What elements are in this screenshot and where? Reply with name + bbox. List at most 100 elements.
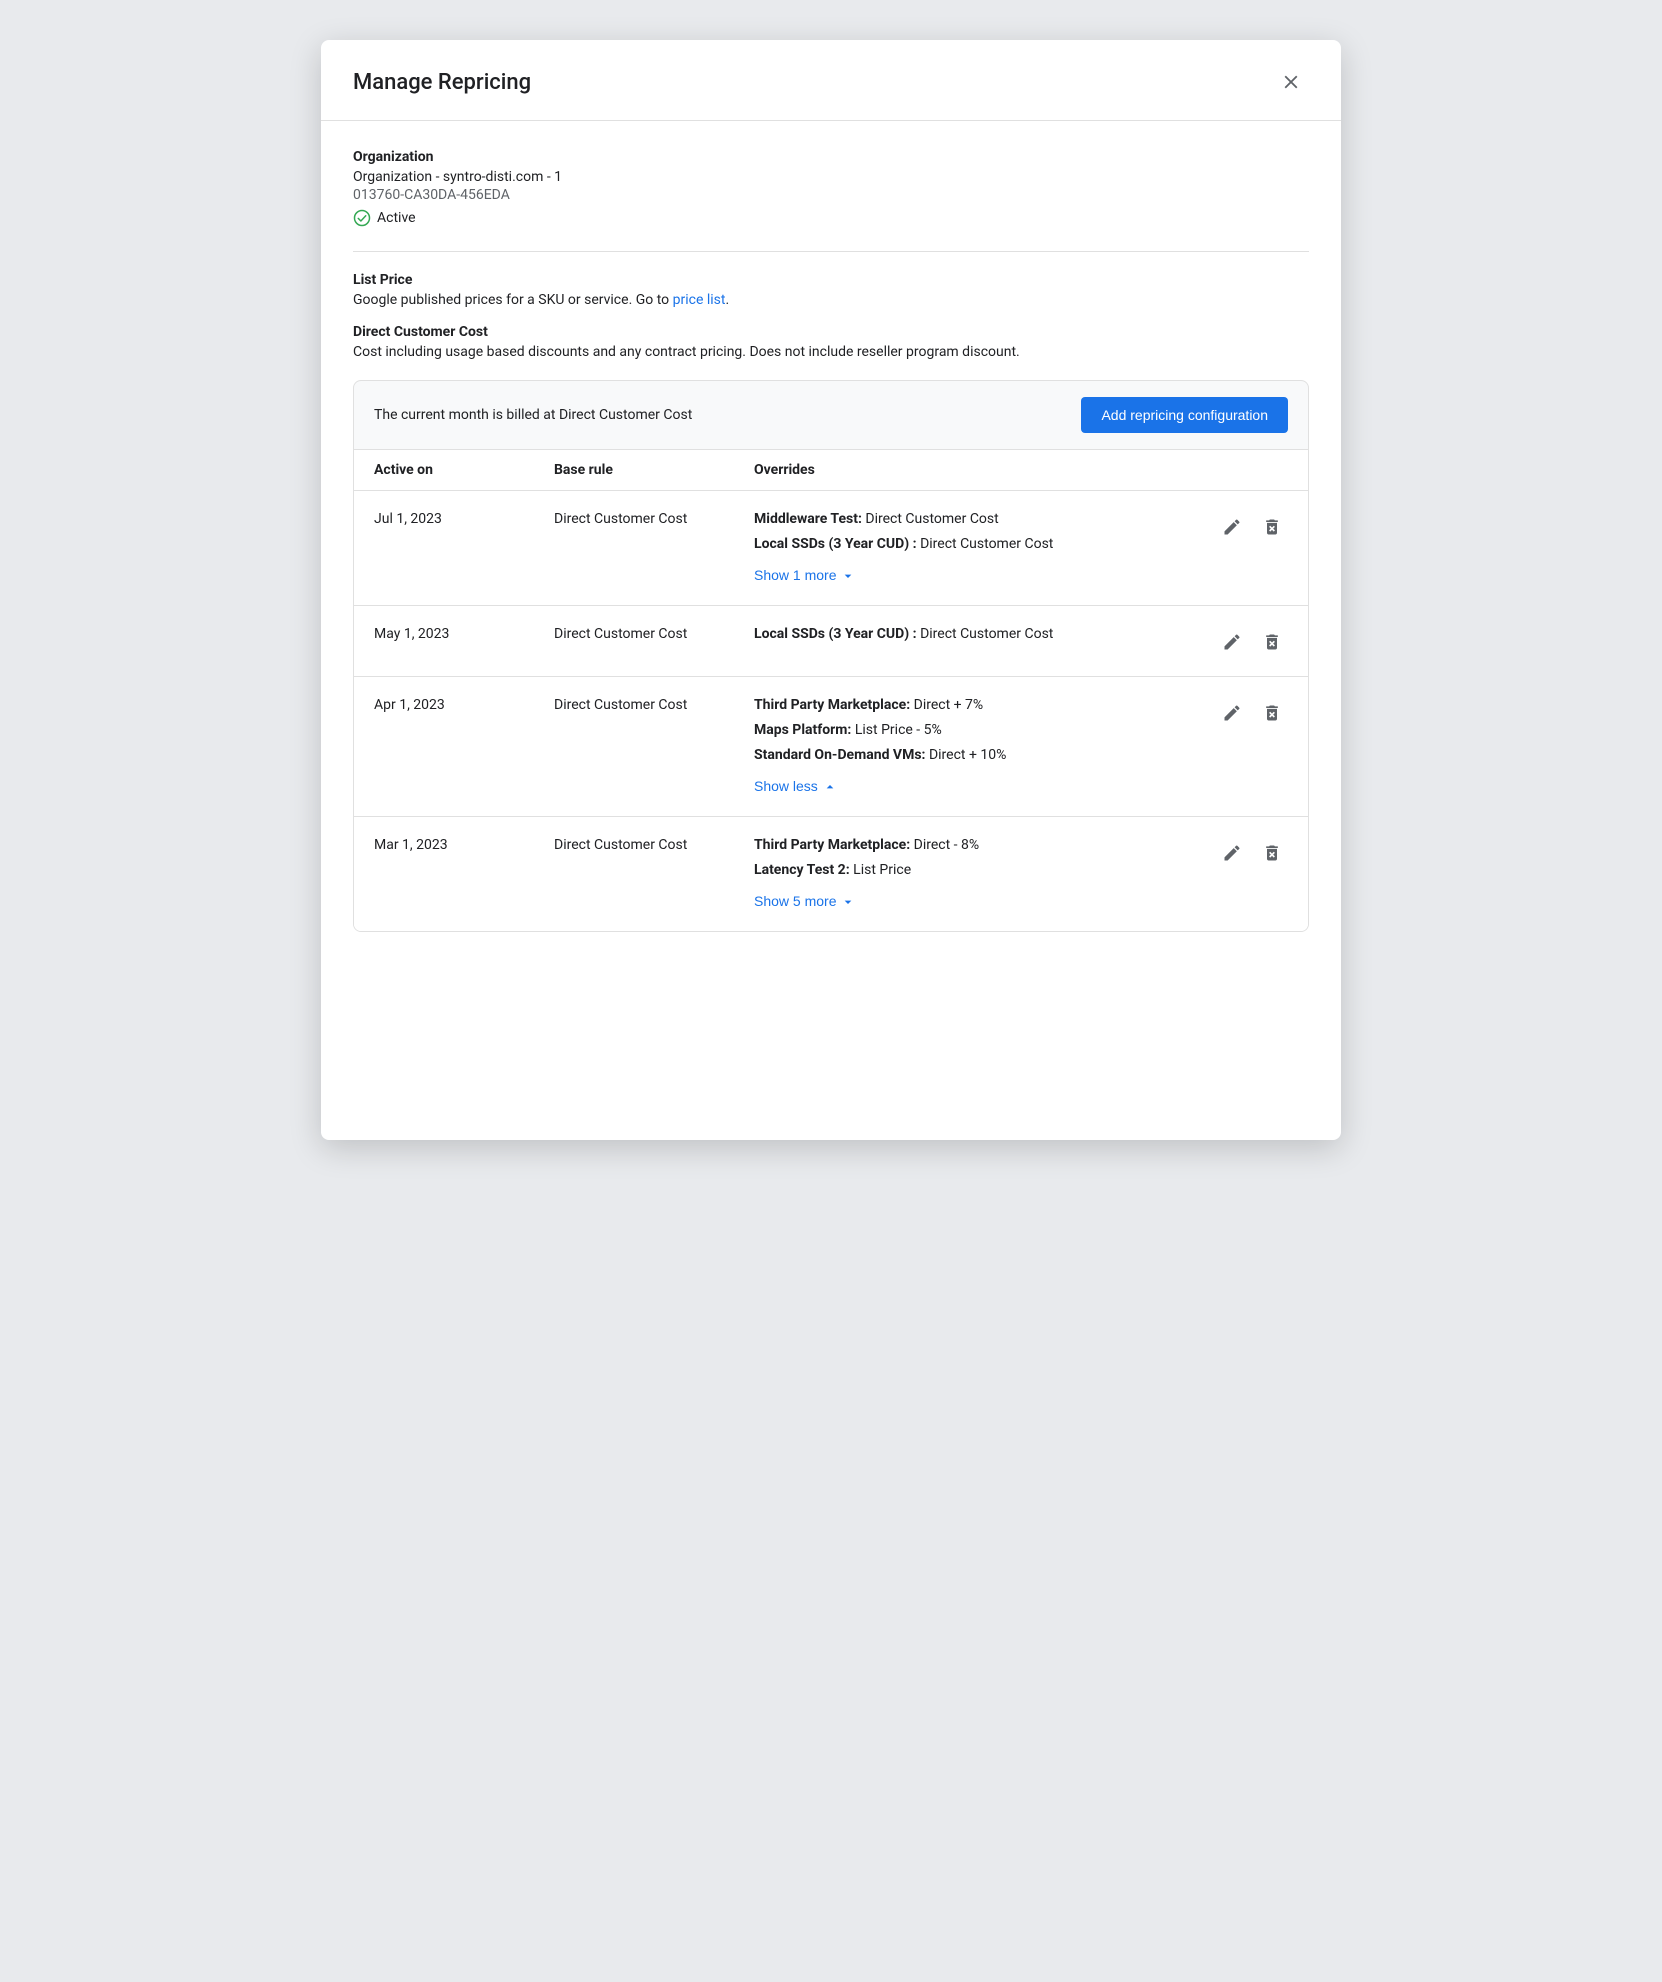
- section-divider-1: [353, 251, 1309, 252]
- row-3-actions: [1188, 695, 1288, 729]
- modal-body: Organization Organization - syntro-disti…: [321, 121, 1341, 964]
- override-label: Third Party Marketplace:: [754, 697, 910, 713]
- override-value: List Price: [853, 862, 911, 878]
- override-value: Direct + 10%: [929, 747, 1006, 763]
- active-label: Active: [377, 210, 416, 226]
- add-repricing-configuration-button[interactable]: Add repricing configuration: [1081, 397, 1288, 433]
- override-value: Direct Customer Cost: [865, 511, 998, 527]
- override-value: Direct Customer Cost: [920, 626, 1053, 642]
- repricing-table: Active on Base rule Overrides Jul 1, 202…: [353, 450, 1309, 932]
- row-4-date: Mar 1, 2023: [374, 835, 554, 853]
- chevron-up-icon: [822, 779, 838, 795]
- active-badge: Active: [353, 209, 416, 227]
- override-label: Local SSDs (3 Year CUD) :: [754, 536, 917, 552]
- list-price-label: List Price: [353, 272, 1309, 288]
- override-value: Direct Customer Cost: [920, 536, 1053, 552]
- override-item: Latency Test 2: List Price: [754, 860, 1188, 881]
- row-4-actions: [1188, 835, 1288, 869]
- override-label: Third Party Marketplace:: [754, 837, 910, 853]
- show-less-button[interactable]: Show less: [754, 774, 838, 798]
- row-1-date: Jul 1, 2023: [374, 509, 554, 527]
- override-label: Latency Test 2:: [754, 862, 850, 878]
- organization-section: Organization Organization - syntro-disti…: [353, 149, 1309, 231]
- override-item: Local SSDs (3 Year CUD) : Direct Custome…: [754, 624, 1188, 645]
- price-list-link[interactable]: price list: [673, 292, 726, 308]
- override-item: Standard On-Demand VMs: Direct + 10%: [754, 745, 1188, 766]
- override-label: Middleware Test:: [754, 511, 862, 527]
- chevron-down-icon: [840, 894, 856, 910]
- show-less-label: Show less: [754, 778, 818, 794]
- override-item: Local SSDs (3 Year CUD) : Direct Custome…: [754, 534, 1188, 555]
- organization-id: 013760-CA30DA-456EDA: [353, 187, 1309, 203]
- edit-icon: [1222, 843, 1242, 863]
- edit-button[interactable]: [1216, 837, 1248, 869]
- modal-header: Manage Repricing: [321, 40, 1341, 121]
- table-header: Active on Base rule Overrides: [354, 450, 1308, 491]
- edit-button[interactable]: [1216, 626, 1248, 658]
- delete-icon: [1262, 517, 1282, 537]
- override-label: Standard On-Demand VMs:: [754, 747, 925, 763]
- col-header-active-on: Active on: [374, 462, 554, 478]
- row-3-overrides: Third Party Marketplace: Direct + 7% Map…: [754, 695, 1188, 798]
- col-header-actions: [1188, 462, 1288, 478]
- table-row: Jul 1, 2023 Direct Customer Cost Middlew…: [354, 491, 1308, 606]
- modal-title: Manage Repricing: [353, 70, 531, 95]
- col-header-base-rule: Base rule: [554, 462, 754, 478]
- row-2-actions: [1188, 624, 1288, 658]
- col-header-overrides: Overrides: [754, 462, 1188, 478]
- row-2-overrides: Local SSDs (3 Year CUD) : Direct Custome…: [754, 624, 1188, 649]
- direct-cost-section: Direct Customer Cost Cost including usag…: [353, 324, 1309, 360]
- close-button[interactable]: [1273, 64, 1309, 100]
- row-2-base-rule: Direct Customer Cost: [554, 624, 754, 642]
- delete-button[interactable]: [1256, 511, 1288, 543]
- override-item: Third Party Marketplace: Direct - 8%: [754, 835, 1188, 856]
- override-item: Maps Platform: List Price - 5%: [754, 720, 1188, 741]
- list-price-description: Google published prices for a SKU or ser…: [353, 292, 1309, 308]
- chevron-down-icon: [840, 568, 856, 584]
- table-row: May 1, 2023 Direct Customer Cost Local S…: [354, 606, 1308, 677]
- billed-bar: The current month is billed at Direct Cu…: [353, 380, 1309, 450]
- show-5-more-button[interactable]: Show 5 more: [754, 889, 856, 913]
- show-1-more-button[interactable]: Show 1 more: [754, 563, 856, 587]
- show-5-more-label: Show 5 more: [754, 893, 836, 909]
- table-row: Apr 1, 2023 Direct Customer Cost Third P…: [354, 677, 1308, 817]
- row-3-base-rule: Direct Customer Cost: [554, 695, 754, 713]
- direct-cost-label: Direct Customer Cost: [353, 324, 1309, 340]
- delete-icon: [1262, 703, 1282, 723]
- edit-icon: [1222, 703, 1242, 723]
- list-price-text-after: .: [725, 292, 729, 308]
- row-4-base-rule: Direct Customer Cost: [554, 835, 754, 853]
- row-2-date: May 1, 2023: [374, 624, 554, 642]
- row-4-overrides: Third Party Marketplace: Direct - 8% Lat…: [754, 835, 1188, 913]
- edit-button[interactable]: [1216, 511, 1248, 543]
- list-price-section: List Price Google published prices for a…: [353, 272, 1309, 308]
- show-1-more-label: Show 1 more: [754, 567, 836, 583]
- active-check-icon: [353, 209, 371, 227]
- row-1-overrides: Middleware Test: Direct Customer Cost Lo…: [754, 509, 1188, 587]
- delete-button[interactable]: [1256, 837, 1288, 869]
- row-1-base-rule: Direct Customer Cost: [554, 509, 754, 527]
- organization-label: Organization: [353, 149, 1309, 165]
- manage-repricing-modal: Manage Repricing Organization Organizati…: [321, 40, 1341, 1140]
- billed-text: The current month is billed at Direct Cu…: [374, 407, 692, 423]
- table-row: Mar 1, 2023 Direct Customer Cost Third P…: [354, 817, 1308, 931]
- delete-icon: [1262, 632, 1282, 652]
- direct-cost-description: Cost including usage based discounts and…: [353, 344, 1309, 360]
- delete-icon: [1262, 843, 1282, 863]
- override-value: Direct - 8%: [914, 837, 979, 853]
- page-wrapper: Manage Repricing Organization Organizati…: [0, 0, 1662, 1982]
- delete-button[interactable]: [1256, 697, 1288, 729]
- list-price-text-before: Google published prices for a SKU or ser…: [353, 292, 673, 308]
- organization-name: Organization - syntro-disti.com - 1: [353, 169, 1309, 185]
- override-label: Local SSDs (3 Year CUD) :: [754, 626, 917, 642]
- edit-icon: [1222, 632, 1242, 652]
- edit-button[interactable]: [1216, 697, 1248, 729]
- row-1-actions: [1188, 509, 1288, 543]
- delete-button[interactable]: [1256, 626, 1288, 658]
- row-3-date: Apr 1, 2023: [374, 695, 554, 713]
- override-label: Maps Platform:: [754, 722, 851, 738]
- close-icon: [1280, 71, 1302, 93]
- edit-icon: [1222, 517, 1242, 537]
- override-value: Direct + 7%: [914, 697, 984, 713]
- override-value: List Price - 5%: [855, 722, 942, 738]
